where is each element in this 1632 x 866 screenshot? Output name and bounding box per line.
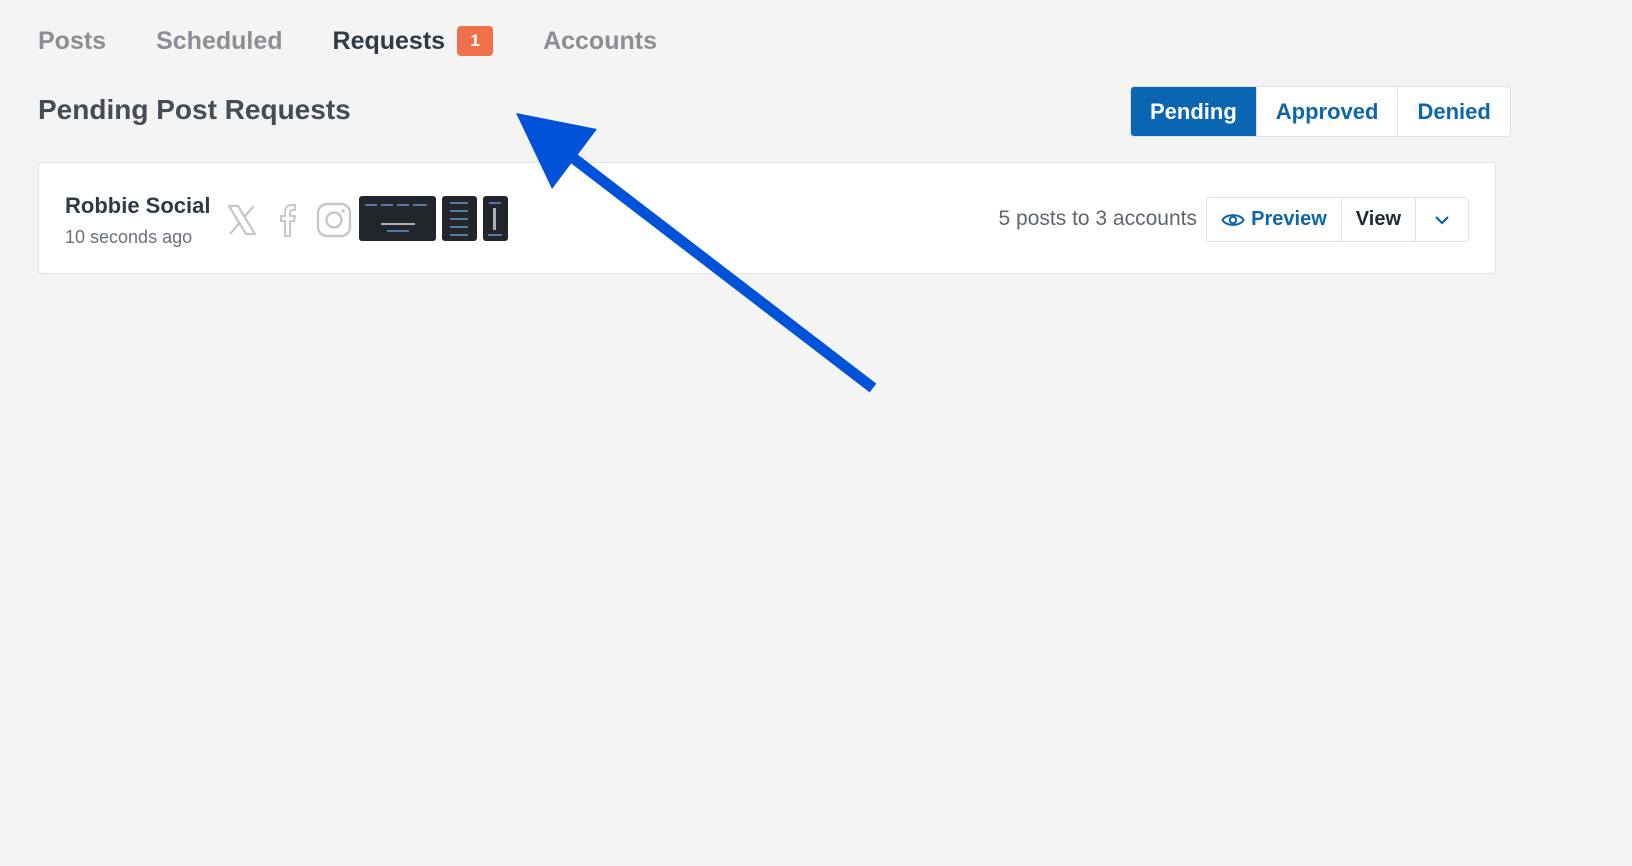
instagram-icon	[315, 201, 353, 239]
network-icons	[223, 201, 361, 239]
requests-count-badge: 1	[457, 26, 494, 56]
requester-name: Robbie Social	[65, 193, 211, 218]
facebook-icon	[269, 201, 307, 239]
request-timestamp: 10 seconds ago	[65, 227, 193, 247]
more-actions-dropdown[interactable]	[1415, 198, 1468, 241]
status-filter: Pending Approved Denied	[1130, 86, 1511, 137]
request-actions: Preview View	[1206, 197, 1469, 242]
requester-info: Robbie Social 10 seconds ago	[65, 193, 210, 248]
tab-label: Posts	[38, 26, 107, 55]
filter-pending-button[interactable]: Pending	[1131, 87, 1256, 136]
preview-button[interactable]: Preview	[1207, 198, 1341, 241]
top-tabs: Posts Scheduled Requests 1 Accounts	[38, 26, 707, 56]
chevron-down-icon	[1435, 215, 1449, 225]
preview-label: Preview	[1251, 208, 1327, 230]
media-thumbnail[interactable]	[442, 196, 477, 241]
tab-accounts[interactable]: Accounts	[543, 27, 657, 56]
request-summary: 5 posts to 3 accounts	[998, 207, 1197, 230]
filter-denied-button[interactable]: Denied	[1397, 87, 1509, 136]
page-title: Pending Post Requests	[38, 94, 351, 125]
tab-requests[interactable]: Requests 1	[333, 26, 494, 56]
request-card: Robbie Social 10 seconds ago 5 posts to …	[38, 162, 1496, 274]
filter-approved-button[interactable]: Approved	[1255, 87, 1398, 136]
tab-scheduled[interactable]: Scheduled	[156, 27, 282, 56]
media-thumbnail[interactable]	[359, 196, 436, 241]
x-icon	[223, 201, 261, 239]
media-thumbnail[interactable]	[483, 196, 508, 241]
tab-label: Requests	[332, 26, 446, 55]
post-media-thumbnails	[359, 196, 514, 241]
tab-label: Scheduled	[156, 26, 283, 55]
tab-posts[interactable]: Posts	[38, 27, 106, 56]
tab-label: Accounts	[543, 26, 657, 55]
view-button[interactable]: View	[1340, 198, 1415, 241]
eye-icon	[1221, 213, 1245, 226]
